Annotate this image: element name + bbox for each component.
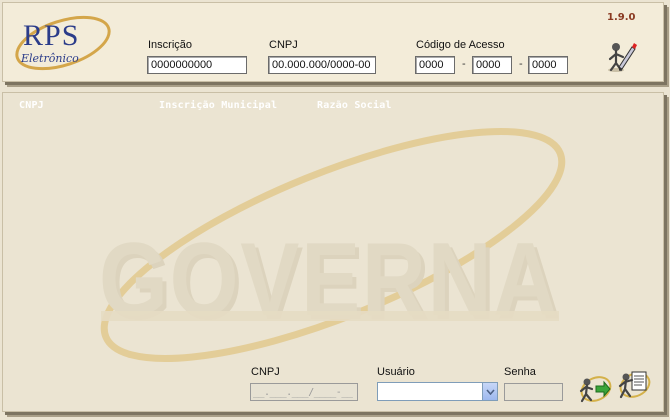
cnpj-label: CNPJ — [269, 39, 298, 51]
senha-label: Senha — [504, 366, 536, 378]
login-cnpj-input[interactable]: __.___.___/____-__ — [250, 383, 358, 401]
pencil-icon[interactable] — [607, 39, 637, 73]
enter-icon[interactable] — [578, 372, 612, 406]
codigo-acesso-part2-input[interactable] — [472, 56, 512, 74]
governa-watermark: GOVERNA GOVERNA — [99, 128, 566, 362]
inscricao-input[interactable] — [147, 56, 247, 74]
main-panel: GOVERNA GOVERNA CNPJ Inscrição Municipal… — [2, 92, 664, 412]
version-label: 1.9.0 — [607, 12, 636, 23]
cnpj-input[interactable] — [268, 56, 376, 74]
codigo-separator: - — [519, 58, 523, 70]
inscricao-label: Inscrição — [148, 39, 193, 51]
usuario-value — [378, 392, 384, 396]
header-panel: RPS Eletrônico 1.9.0 Inscrição CNPJ Códi… — [2, 2, 664, 82]
login-cnpj-label: CNPJ — [251, 366, 280, 378]
exit-icon[interactable] — [617, 368, 651, 402]
codigo-acesso-part1-input[interactable] — [415, 56, 455, 74]
logo-title: RPS — [23, 19, 79, 52]
codigo-separator: - — [462, 58, 466, 70]
logo-subtitle: Eletrônico — [20, 52, 79, 65]
column-header-cnpj[interactable]: CNPJ — [19, 100, 44, 111]
usuario-select[interactable] — [377, 382, 498, 401]
senha-input[interactable] — [504, 383, 563, 401]
rps-logo: RPS Eletrônico — [15, 15, 111, 71]
chevron-down-icon[interactable] — [482, 383, 497, 400]
usuario-label: Usuário — [377, 366, 415, 378]
column-header-inscricao-municipal[interactable]: Inscrição Municipal — [159, 100, 277, 111]
column-header-razao-social[interactable]: Razão Social — [317, 100, 392, 111]
codigo-acesso-part3-input[interactable] — [528, 56, 568, 74]
codigo-acesso-label: Código de Acesso — [416, 39, 505, 51]
